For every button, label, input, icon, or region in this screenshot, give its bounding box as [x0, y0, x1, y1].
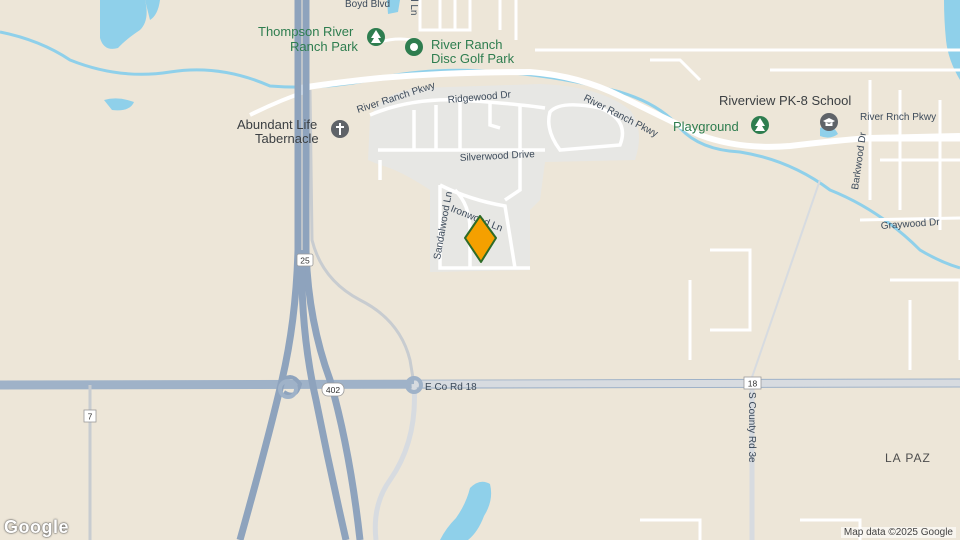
svg-text:7: 7 [88, 412, 93, 422]
cross-icon [331, 120, 349, 138]
svg-text:Thompson River: Thompson River [258, 24, 354, 39]
label-top-ln: d Ln [408, 0, 419, 15]
svg-text:Riverview PK-8 School: Riverview PK-8 School [719, 93, 851, 108]
svg-text:Disc Golf Park: Disc Golf Park [431, 51, 515, 66]
svg-text:Playground: Playground [673, 119, 739, 134]
label-la-paz: LA PAZ [885, 451, 931, 465]
label-river-rnch-pkwy: River Rnch Pkwy [860, 112, 936, 123]
disc-golf-icon [405, 38, 423, 56]
map-canvas[interactable]: 25 402 7 18 Thompson River Ranch Park Ri… [0, 0, 960, 540]
tree-icon [367, 28, 385, 46]
svg-text:25: 25 [300, 256, 310, 266]
route-402-shield: 402 [321, 382, 345, 397]
svg-text:18: 18 [748, 379, 758, 389]
svg-text:Abundant Life: Abundant Life [237, 117, 317, 132]
svg-text:Ranch Park: Ranch Park [290, 39, 358, 54]
google-logo: Google [4, 517, 69, 537]
label-s-county-rd-3e: S County Rd 3e [746, 392, 757, 463]
poi-playground[interactable]: Playground [673, 116, 769, 134]
svg-text:402: 402 [326, 385, 340, 395]
tree-icon [751, 116, 769, 134]
i25-shield: 25 [296, 253, 314, 267]
map-attribution[interactable]: Map data ©2025 Google [840, 527, 956, 538]
route-7-shield: 7 [83, 409, 97, 423]
school-icon [820, 113, 838, 131]
e-co-rd-18-east [413, 379, 960, 388]
route-18-shield: 18 [743, 376, 762, 390]
svg-text:River Ranch: River Ranch [431, 37, 503, 52]
svg-text:Tabernacle: Tabernacle [255, 131, 319, 146]
label-e-co-rd-18: E Co Rd 18 [425, 382, 477, 393]
label-top-blvd: Boyd Blvd [345, 0, 390, 10]
